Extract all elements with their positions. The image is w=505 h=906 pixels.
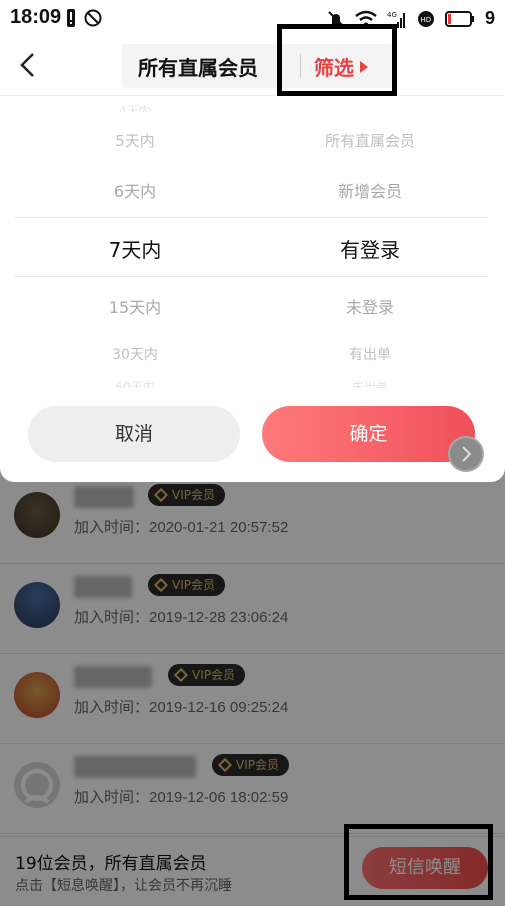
picker-option-faded: 60天内 (115, 380, 155, 388)
status-bar: 18:09 4G HD 9 (0, 0, 505, 36)
picker-option-selected[interactable]: 7天内 (20, 234, 250, 263)
picker-option[interactable]: 5天内 (20, 130, 250, 151)
floating-scroll-button[interactable] (448, 436, 484, 472)
battery-icon (444, 10, 474, 27)
cancel-button[interactable]: 取消 (28, 406, 240, 462)
alert-icon (67, 9, 75, 27)
picker-option[interactable]: 6天内 (20, 178, 250, 202)
hd-icon: HD (417, 10, 434, 27)
svg-text:4G: 4G (387, 11, 397, 19)
filter-picker-sheet: 4天内 5天内 6天内 7天内 15天内 30天内 60天内 所有直属会员 新增… (0, 96, 505, 482)
picker-option-selected[interactable]: 有登录 (255, 234, 485, 263)
nav-header: 所有直属会员 筛选 (0, 36, 505, 96)
chevron-right-icon (462, 446, 472, 462)
picker-option[interactable]: 有出单 (255, 344, 485, 364)
picker-option[interactable]: 未登录 (255, 294, 485, 318)
highlight-box-sms (344, 824, 493, 900)
page-title: 所有直属会员 (138, 56, 258, 80)
picker-option[interactable]: 30天内 (20, 344, 250, 364)
svg-text:HD: HD (420, 16, 431, 24)
picker-option[interactable]: 15天内 (20, 294, 250, 318)
highlight-box-filter (277, 24, 397, 96)
status-time: 18:09 (10, 6, 62, 28)
confirm-button[interactable]: 确定 (262, 406, 475, 462)
picker-option[interactable]: 所有直属会员 (255, 130, 485, 151)
member-type-picker[interactable]: 所有直属会员 新增会员 有登录 未登录 有出单 未出单 (255, 96, 485, 396)
days-picker[interactable]: 4天内 5天内 6天内 7天内 15天内 30天内 60天内 (20, 96, 250, 396)
back-arrow-icon[interactable] (14, 50, 44, 80)
picker-option[interactable]: 新增会员 (255, 178, 485, 202)
battery-level: 9 (484, 8, 495, 28)
picker-option-faded: 4天内 (119, 104, 151, 112)
picker-option-faded: 未出单 (351, 380, 388, 388)
do-not-disturb-icon (84, 9, 102, 27)
